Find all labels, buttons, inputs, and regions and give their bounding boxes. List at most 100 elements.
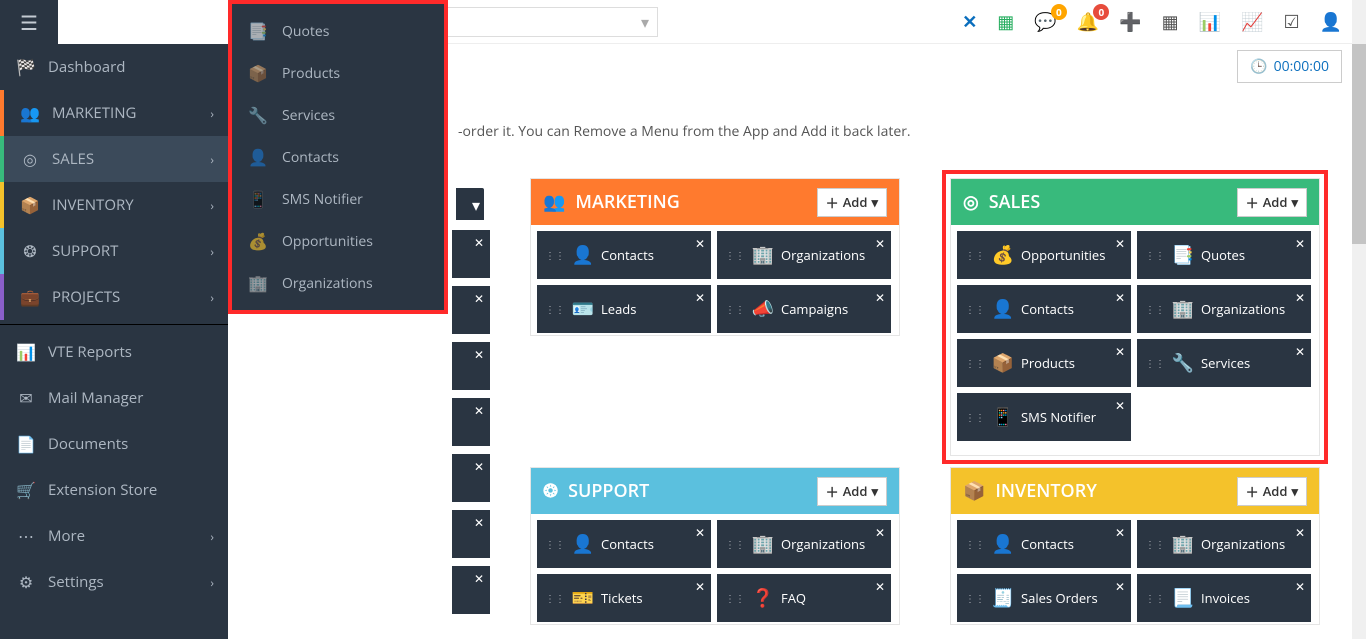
card-faq[interactable]: ⋮⋮❓FAQ✕ bbox=[717, 574, 891, 622]
area-chart-icon[interactable]: 📈 bbox=[1241, 10, 1263, 34]
sidebar-item-mail-manager[interactable]: ✉Mail Manager bbox=[0, 375, 228, 421]
submenu-sms-notifier[interactable]: 📱SMS Notifier bbox=[232, 178, 444, 220]
card-organizations[interactable]: ⋮⋮🏢Organizations✕ bbox=[1137, 520, 1311, 568]
close-icon[interactable]: ✕ bbox=[1295, 289, 1305, 306]
partial-dropdown[interactable]: ▾ bbox=[456, 188, 484, 220]
sidebar-item-support[interactable]: ❂SUPPORT› bbox=[0, 228, 228, 274]
checkbox-icon[interactable]: ☑ bbox=[1283, 10, 1299, 34]
card-contacts[interactable]: ⋮⋮👤Contacts✕ bbox=[957, 520, 1131, 568]
close-icon[interactable]: ✕ bbox=[695, 578, 705, 595]
partial-card[interactable]: ✕ bbox=[452, 342, 490, 390]
card-quotes[interactable]: ⋮⋮📑Quotes✕ bbox=[1137, 231, 1311, 279]
submenu-organizations[interactable]: 🏢Organizations bbox=[232, 262, 444, 304]
card-contacts[interactable]: ⋮⋮👤Contacts✕ bbox=[537, 520, 711, 568]
calendar-check-icon[interactable]: ▦ bbox=[997, 10, 1014, 34]
submenu-contacts[interactable]: 👤Contacts bbox=[232, 136, 444, 178]
sidebar-item-inventory[interactable]: 📦INVENTORY› bbox=[0, 182, 228, 228]
close-icon[interactable]: ✕ bbox=[1115, 289, 1125, 306]
hamburger-button[interactable]: ☰ bbox=[0, 0, 58, 44]
card-leads[interactable]: ⋮⋮🪪Leads✕ bbox=[537, 285, 711, 333]
drag-icon[interactable]: ⋮⋮ bbox=[965, 591, 985, 605]
drag-icon[interactable]: ⋮⋮ bbox=[545, 591, 565, 605]
card-contacts[interactable]: ⋮⋮👤Contacts✕ bbox=[537, 231, 711, 279]
drag-icon[interactable]: ⋮⋮ bbox=[965, 410, 985, 424]
sidebar-item-more[interactable]: ⋯More› bbox=[0, 513, 228, 559]
partial-card[interactable]: ✕ bbox=[452, 398, 490, 446]
card-organizations[interactable]: ⋮⋮🏢Organizations✕ bbox=[717, 520, 891, 568]
sidebar-item-sales[interactable]: ◎SALES› bbox=[0, 136, 228, 182]
sidebar-item-dashboard[interactable]: 🏁Dashboard bbox=[0, 44, 228, 90]
close-icon[interactable]: ✕ bbox=[875, 578, 885, 595]
add-button[interactable]: ＋Add▾ bbox=[1237, 477, 1307, 506]
close-icon[interactable]: ✕ bbox=[875, 524, 885, 541]
card-organizations[interactable]: ⋮⋮🏢Organizations✕ bbox=[1137, 285, 1311, 333]
close-icon[interactable]: ✕ bbox=[695, 289, 705, 306]
close-icon[interactable]: ✕ bbox=[1295, 235, 1305, 252]
add-button[interactable]: ＋Add▾ bbox=[1237, 188, 1307, 217]
close-icon[interactable]: ✕ bbox=[1115, 235, 1125, 252]
scrollbar[interactable] bbox=[1352, 0, 1366, 639]
close-icon[interactable]: ✕ bbox=[695, 235, 705, 252]
partial-card[interactable]: ✕ bbox=[452, 510, 490, 558]
card-opportunities[interactable]: ⋮⋮💰Opportunities✕ bbox=[957, 231, 1131, 279]
drag-icon[interactable]: ⋮⋮ bbox=[545, 302, 565, 316]
sidebar-item-projects[interactable]: 💼PROJECTS› bbox=[0, 274, 228, 320]
card-organizations[interactable]: ⋮⋮🏢Organizations✕ bbox=[717, 231, 891, 279]
drag-icon[interactable]: ⋮⋮ bbox=[1145, 537, 1165, 551]
close-icon[interactable]: ✕ bbox=[1115, 343, 1125, 360]
close-icon[interactable]: ✕ bbox=[474, 402, 484, 419]
close-icon[interactable]: ✕ bbox=[1295, 524, 1305, 541]
close-icon[interactable]: ✕ bbox=[474, 458, 484, 475]
card-tickets[interactable]: ⋮⋮🎫Tickets✕ bbox=[537, 574, 711, 622]
user-icon[interactable]: 👤 bbox=[1320, 10, 1342, 34]
close-icon[interactable]: ✕ bbox=[875, 235, 885, 252]
partial-card[interactable]: ✕ bbox=[452, 566, 490, 614]
partial-card[interactable]: ✕ bbox=[452, 286, 490, 334]
card-invoices[interactable]: ⋮⋮📃Invoices✕ bbox=[1137, 574, 1311, 622]
add-button[interactable]: ＋Add▾ bbox=[817, 477, 887, 506]
drag-icon[interactable]: ⋮⋮ bbox=[545, 537, 565, 551]
sidebar-item-documents[interactable]: 📄Documents bbox=[0, 421, 228, 467]
submenu-opportunities[interactable]: 💰Opportunities bbox=[232, 220, 444, 262]
card-campaigns[interactable]: ⋮⋮📣Campaigns✕ bbox=[717, 285, 891, 333]
card-products[interactable]: ⋮⋮📦Products✕ bbox=[957, 339, 1131, 387]
drag-icon[interactable]: ⋮⋮ bbox=[965, 248, 985, 262]
drag-icon[interactable]: ⋮⋮ bbox=[725, 537, 745, 551]
partial-card[interactable]: ✕ bbox=[452, 230, 490, 278]
bell-icon[interactable]: 🔔0 bbox=[1077, 10, 1099, 34]
submenu-services[interactable]: 🔧Services bbox=[232, 94, 444, 136]
drag-icon[interactable]: ⋮⋮ bbox=[1145, 356, 1165, 370]
plus-icon[interactable]: ➕ bbox=[1119, 10, 1141, 34]
scrollbar-thumb[interactable] bbox=[1352, 44, 1366, 244]
close-icon[interactable]: ✕ bbox=[1115, 524, 1125, 541]
drag-icon[interactable]: ⋮⋮ bbox=[965, 537, 985, 551]
submenu-products[interactable]: 📦Products bbox=[232, 52, 444, 94]
sidebar-item-extension-store[interactable]: 🛒Extension Store bbox=[0, 467, 228, 513]
drag-icon[interactable]: ⋮⋮ bbox=[725, 248, 745, 262]
close-icon[interactable]: ✕ bbox=[474, 346, 484, 363]
app-logo-icon[interactable]: ✕ bbox=[962, 10, 977, 34]
calendar-icon[interactable]: ▦ bbox=[1162, 10, 1179, 34]
sidebar-item-vte-reports[interactable]: 📊VTE Reports bbox=[0, 329, 228, 375]
close-icon[interactable]: ✕ bbox=[1115, 397, 1125, 414]
drag-icon[interactable]: ⋮⋮ bbox=[965, 302, 985, 316]
close-icon[interactable]: ✕ bbox=[474, 570, 484, 587]
close-icon[interactable]: ✕ bbox=[1115, 578, 1125, 595]
partial-card[interactable]: ✕ bbox=[452, 454, 490, 502]
close-icon[interactable]: ✕ bbox=[1295, 343, 1305, 360]
drag-icon[interactable]: ⋮⋮ bbox=[1145, 248, 1165, 262]
card-sms-notifier[interactable]: ⋮⋮📱SMS Notifier✕ bbox=[957, 393, 1131, 441]
card-contacts[interactable]: ⋮⋮👤Contacts✕ bbox=[957, 285, 1131, 333]
close-icon[interactable]: ✕ bbox=[474, 234, 484, 251]
drag-icon[interactable]: ⋮⋮ bbox=[1145, 591, 1165, 605]
drag-icon[interactable]: ⋮⋮ bbox=[545, 248, 565, 262]
card-sales-orders[interactable]: ⋮⋮🧾Sales Orders✕ bbox=[957, 574, 1131, 622]
card-services[interactable]: ⋮⋮🔧Services✕ bbox=[1137, 339, 1311, 387]
close-icon[interactable]: ✕ bbox=[875, 289, 885, 306]
drag-icon[interactable]: ⋮⋮ bbox=[725, 302, 745, 316]
drag-icon[interactable]: ⋮⋮ bbox=[725, 591, 745, 605]
close-icon[interactable]: ✕ bbox=[695, 524, 705, 541]
close-icon[interactable]: ✕ bbox=[1295, 578, 1305, 595]
add-button[interactable]: ＋Add▾ bbox=[817, 188, 887, 217]
drag-icon[interactable]: ⋮⋮ bbox=[965, 356, 985, 370]
